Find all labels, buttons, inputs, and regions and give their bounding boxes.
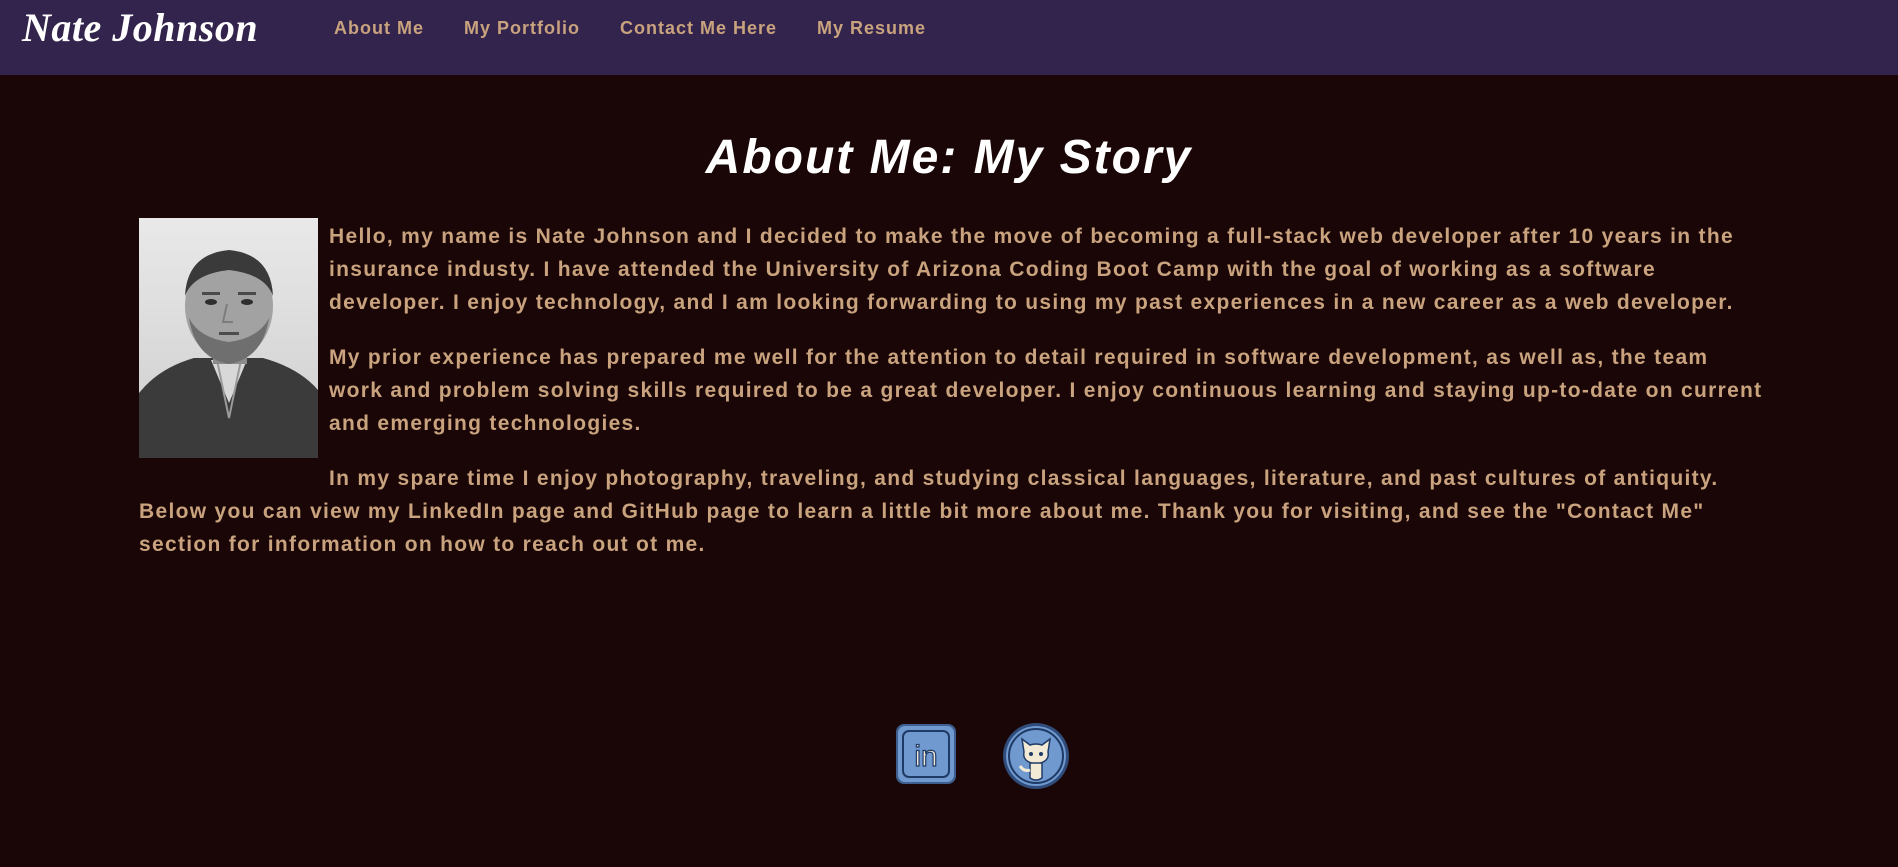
- linkedin-icon: in: [896, 724, 956, 784]
- github-link[interactable]: [1002, 722, 1070, 795]
- main-nav: About Me My Portfolio Contact Me Here My…: [334, 18, 966, 39]
- nav-link-my-portfolio[interactable]: My Portfolio: [464, 18, 580, 39]
- nav-link-contact-me-here[interactable]: Contact Me Here: [620, 18, 777, 39]
- about-paragraph-intro: Hello, my name is Nate Johnson and I dec…: [329, 225, 1734, 314]
- about-paragraph-hobbies: In my spare time I enjoy photography, tr…: [139, 467, 1719, 556]
- linkedin-link[interactable]: in: [894, 722, 958, 795]
- github-icon: [1003, 723, 1069, 789]
- site-brand[interactable]: Nate Johnson: [22, 4, 258, 51]
- profile-photo-image: [139, 218, 318, 458]
- page-title: About Me: My Story: [705, 131, 1193, 184]
- about-paragraph-experience: My prior experience has prepared me well…: [329, 346, 1763, 435]
- linkedin-icon-text: in: [914, 740, 937, 773]
- nav-link-my-resume[interactable]: My Resume: [817, 18, 926, 39]
- profile-photo: [139, 218, 318, 458]
- nav-link-about-me[interactable]: About Me: [334, 18, 424, 39]
- about-section: Hello, my name is Nate Johnson and I dec…: [139, 218, 1767, 583]
- social-links: in: [894, 722, 1070, 795]
- top-navigation-bar: Nate Johnson About Me My Portfolio Conta…: [0, 0, 1898, 75]
